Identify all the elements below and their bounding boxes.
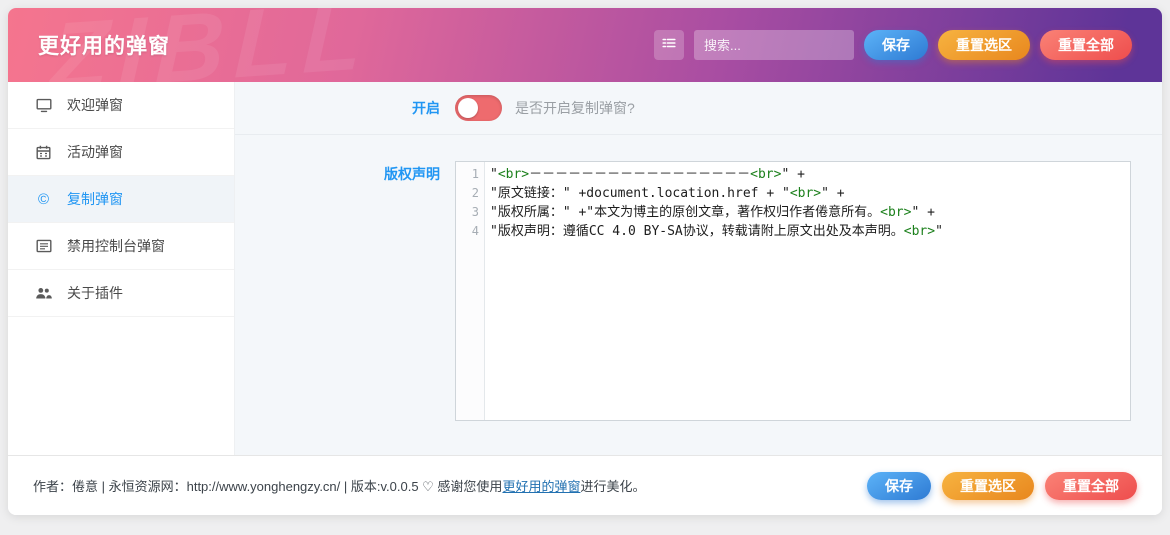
sidebar-item-copy-popup[interactable]: © 复制弹窗	[8, 176, 234, 223]
toggle-knob	[458, 98, 478, 118]
sidebar-item-label: 欢迎弹窗	[67, 97, 123, 113]
footer: 作者：倦意 | 永恒资源网：http://www.yonghengzy.cn/ …	[8, 455, 1162, 515]
plugin-link[interactable]: 更好用的弹窗	[502, 479, 580, 494]
footer-save-button[interactable]: 保存	[867, 471, 931, 500]
code-line: "<br>－－－－－－－－－－－－－－－－－<br>" +	[490, 167, 805, 182]
sidebar-item-label: 复制弹窗	[67, 191, 123, 207]
enable-label: 开启	[412, 100, 440, 116]
line-number: 1	[471, 167, 479, 181]
footer-text-after: 进行美化。	[580, 479, 646, 494]
reset-selection-button[interactable]: 重置选区	[938, 30, 1030, 60]
sidebar-item-console-popup[interactable]: 禁用控制台弹窗	[8, 223, 234, 270]
code-line: "版权声明：遵循CC 4.0 BY-SA协议，转载请附上原文出处及本声明。<br…	[490, 224, 943, 239]
line-number: 4	[471, 224, 479, 238]
search-input[interactable]	[694, 30, 854, 60]
menu-list-icon-button[interactable]	[654, 30, 684, 60]
sidebar-item-welcome-popup[interactable]: 欢迎弹窗	[8, 82, 234, 129]
footer-reset-all-button[interactable]: 重置全部	[1045, 471, 1137, 500]
enable-setting-row: 开启 是否开启复制弹窗?	[235, 82, 1162, 135]
line-number: 2	[471, 186, 479, 200]
editor-line-numbers: 1 2 3 4	[456, 162, 485, 420]
content: 欢迎弹窗活动弹窗 © 复制弹窗禁用控制台弹窗 关于插件 开启 是否开启复制弹窗? 版权…	[8, 82, 1162, 455]
sidebar-item-label: 禁用控制台弹窗	[67, 238, 165, 254]
settings-panel: ZIBLL 更好用的弹窗 保存 重置选区 重置全部 欢迎弹窗活动弹窗 © 复制弹窗禁…	[8, 8, 1162, 515]
users-icon	[35, 286, 52, 300]
sidebar-item-about-plugin[interactable]: 关于插件	[8, 270, 234, 317]
sidebar-item-label: 关于插件	[67, 285, 123, 301]
editor-code-area: "<br>－－－－－－－－－－－－－－－－－<br>" + "原文链接：" +do…	[485, 162, 943, 420]
header-controls: 保存 重置选区 重置全部	[654, 8, 1132, 82]
sidebar-item-activity-popup[interactable]: 活动弹窗	[8, 129, 234, 176]
enable-toggle[interactable]	[455, 95, 502, 121]
sidebar-item-label: 活动弹窗	[67, 144, 123, 160]
list-icon	[661, 35, 677, 56]
page: { "header": { "title": "更好用的弹窗", "waterm…	[0, 0, 1170, 535]
code-line: "原文链接：" +document.location.href + "<br>"…	[490, 186, 845, 201]
save-button[interactable]: 保存	[864, 30, 928, 60]
footer-buttons: 保存 重置选区 重置全部	[867, 471, 1137, 500]
footer-credits: 作者：倦意 | 永恒资源网：http://www.yonghengzy.cn/ …	[33, 476, 645, 495]
calendar-icon	[35, 145, 52, 160]
monitor-icon	[35, 98, 52, 113]
page-title: 更好用的弹窗	[38, 35, 170, 58]
enable-description: 是否开启复制弹窗?	[515, 100, 635, 116]
main-settings: 开启 是否开启复制弹窗? 版权声明 1 2 3 4 "<br>－－－－－－－－－－－－…	[235, 82, 1162, 455]
line-number: 3	[471, 205, 479, 219]
sidebar: 欢迎弹窗活动弹窗 © 复制弹窗禁用控制台弹窗 关于插件	[8, 82, 235, 455]
copyright-code-editor[interactable]: 1 2 3 4 "<br>－－－－－－－－－－－－－－－－－<br>" + "原文链接：…	[455, 161, 1131, 421]
copyright-setting-row: 版权声明 1234 "<br>－－－－－－－－－－－－－－－－－<br>" + "…	[235, 135, 1162, 421]
copyright-icon: ©	[37, 190, 50, 208]
console-icon	[35, 239, 52, 253]
code-line: "版权所属：" +"本文为博主的原创文章，著作权归作者倦意所有。<br>" +	[490, 205, 935, 220]
reset-all-button[interactable]: 重置全部	[1040, 30, 1132, 60]
copyright-label: 版权声明	[384, 166, 440, 182]
header: ZIBLL 更好用的弹窗 保存 重置选区 重置全部	[8, 8, 1162, 82]
footer-reset-selection-button[interactable]: 重置选区	[942, 471, 1034, 500]
footer-text-before: 作者：倦意 | 永恒资源网：http://www.yonghengzy.cn/ …	[33, 479, 503, 494]
